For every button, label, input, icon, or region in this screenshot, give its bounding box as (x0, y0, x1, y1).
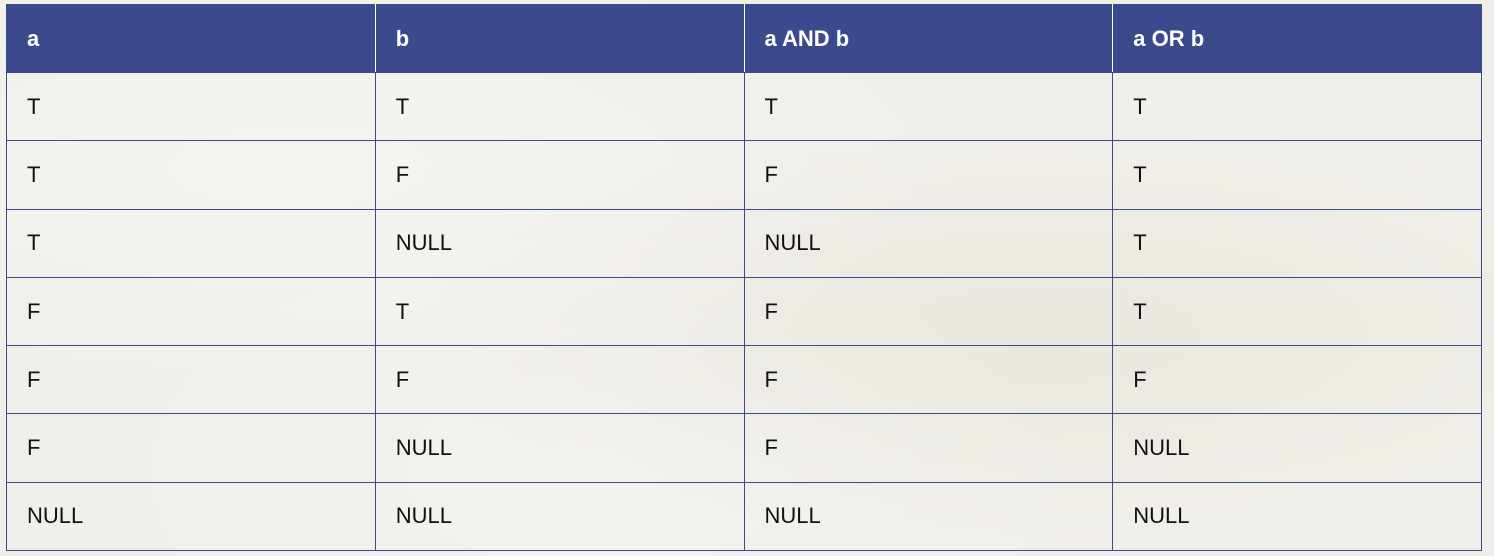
table-cell: NULL (1112, 413, 1482, 483)
table-row: NULL NULL NULL NULL (6, 481, 1482, 552)
column-header-a-and-b: a AND b (743, 4, 1114, 73)
table-row: T NULL NULL T (6, 208, 1482, 278)
table-cell: NULL (374, 481, 745, 552)
column-header-a-or-b: a OR b (1112, 4, 1482, 73)
table-cell: T (6, 208, 376, 278)
header-row: a b a AND b a OR b (6, 4, 1482, 73)
table-cell: T (374, 71, 745, 142)
table-cell: NULL (374, 413, 745, 483)
table-cell: NULL (743, 481, 1114, 552)
table-cell: F (743, 276, 1114, 347)
table-cell: F (743, 140, 1114, 210)
table-cell: T (1112, 208, 1482, 278)
table-cell: T (6, 71, 376, 142)
table-cell: T (1112, 71, 1482, 142)
table-cell: F (743, 345, 1114, 415)
column-header-a: a (6, 4, 376, 73)
table-row: F F F F (6, 345, 1482, 415)
table-cell: T (1112, 276, 1482, 347)
table-cell: F (374, 345, 745, 415)
table-cell: F (743, 413, 1114, 483)
table-cell: T (6, 140, 376, 210)
column-header-b: b (374, 4, 745, 73)
table-cell: F (1112, 345, 1482, 415)
table-cell: NULL (1112, 481, 1482, 552)
table-cell: NULL (743, 208, 1114, 278)
table-cell: T (743, 71, 1114, 142)
table-row: F T F T (6, 276, 1482, 347)
table-cell: NULL (6, 481, 376, 552)
table-cell: F (374, 140, 745, 210)
table-cell: NULL (374, 208, 745, 278)
table-cell: T (374, 276, 745, 347)
table-cell: F (6, 413, 376, 483)
table-cell: F (6, 345, 376, 415)
table-row: F NULL F NULL (6, 413, 1482, 483)
truth-table: a b a AND b a OR b T T T T T F F T T NUL… (6, 4, 1482, 552)
table-cell: F (6, 276, 376, 347)
table-row: T T T T (6, 71, 1482, 142)
table-cell: T (1112, 140, 1482, 210)
table-row: T F F T (6, 140, 1482, 210)
